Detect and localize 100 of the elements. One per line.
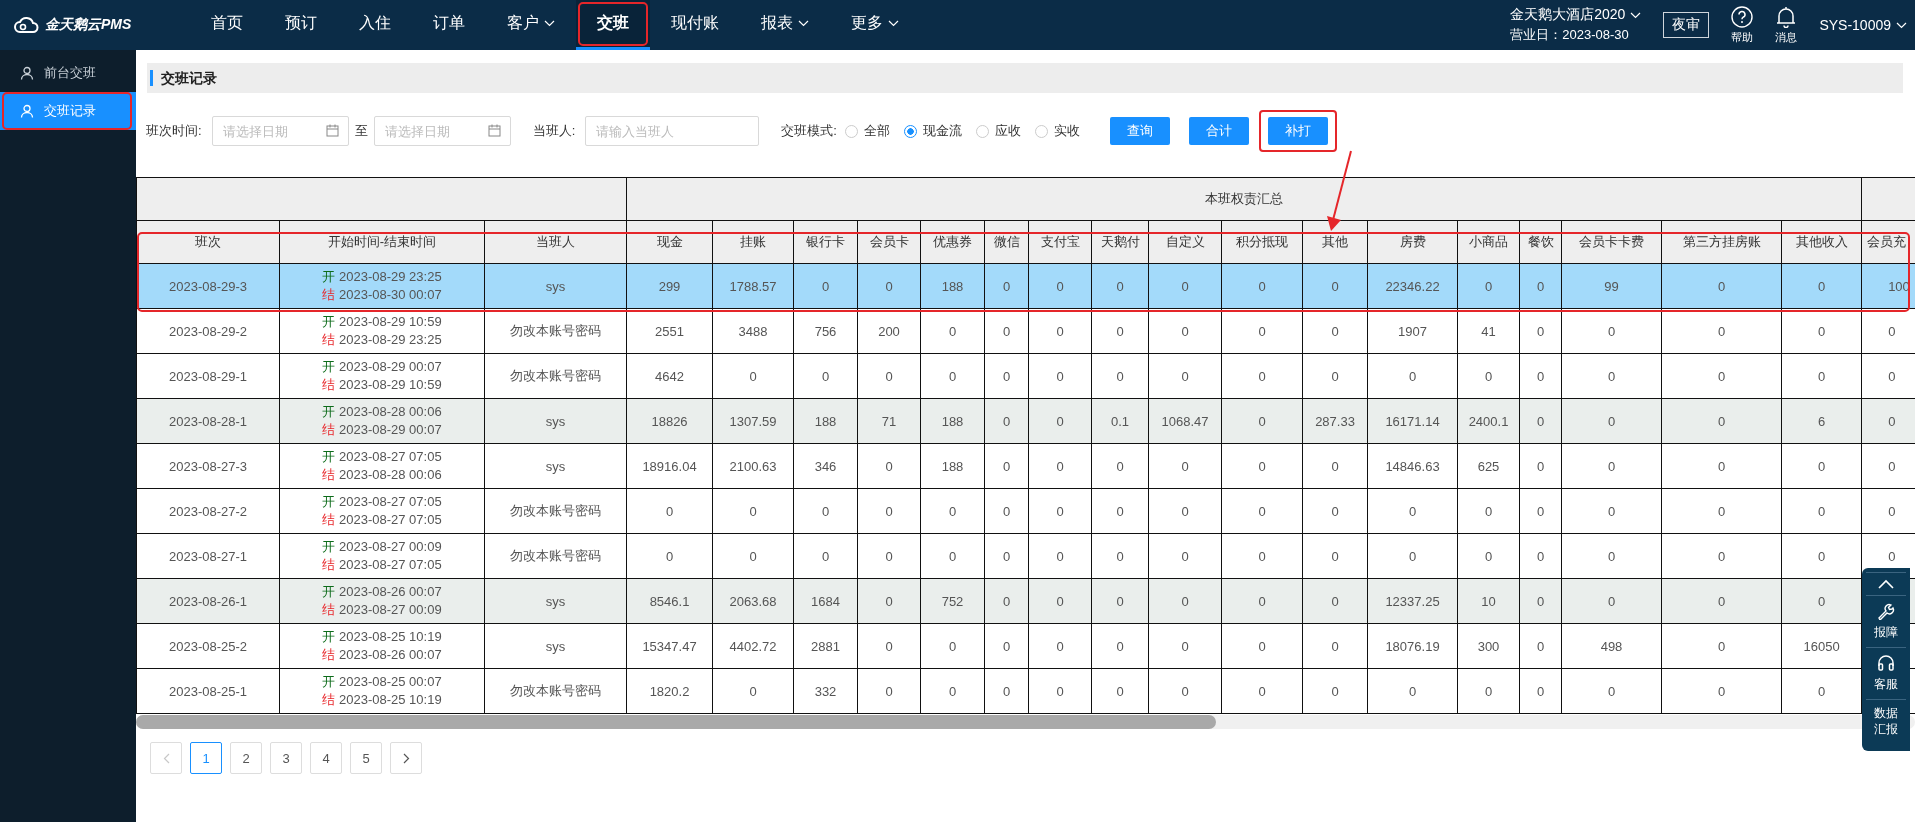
end-time: 结 2023-08-29 00:07 [321, 421, 443, 439]
start-time: 开 2023-08-29 10:59 [321, 313, 443, 331]
table-cell: 71 [857, 398, 921, 444]
radio-button[interactable] [903, 124, 917, 138]
table-cell: 0 [1091, 488, 1149, 534]
table-cell: 0 [793, 488, 858, 534]
table-cell: 2023-08-27-1 [136, 533, 280, 579]
table-cell: 0 [1561, 398, 1662, 444]
table-cell: 0 [1457, 353, 1520, 399]
headset-icon[interactable] [1877, 654, 1895, 672]
table-cell: 0 [1561, 308, 1662, 354]
end-time: 结 2023-08-29 10:59 [321, 376, 443, 394]
input-field[interactable]: 请输入当班人 [585, 116, 760, 146]
table-row[interactable]: 2023-08-29-1 开 2023-08-29 00:07 结 2023-08-29 10:59 勿改本账号密码 4642 0 0 0 0 0 0 0 0 0 0 0 0 0 0 0 0 0 [136, 353, 1915, 399]
user-menu[interactable]: SYS-10009 [1819, 17, 1907, 33]
date-field[interactable]: 请选择日期 [211, 116, 349, 146]
table-cell: 188 [793, 398, 858, 444]
table-cell: 0 [1148, 353, 1222, 399]
table-cell: 2023-08-27-3 [136, 443, 280, 489]
radio-label[interactable]: 实收 [1053, 122, 1080, 140]
tool-label[interactable]: 客服 [1874, 676, 1898, 693]
table-cell: 0 [920, 623, 985, 669]
table-cell: 625 [1457, 443, 1520, 489]
table-cell: 300 [1457, 623, 1520, 669]
night-audit-button[interactable]: 夜审 [1663, 12, 1710, 38]
radio-button[interactable] [1034, 124, 1048, 138]
table-cell: 勿改本账号密码 [484, 308, 627, 354]
table-cell: 2023-08-29-1 [136, 353, 280, 399]
table-cell: 0 [1221, 578, 1303, 624]
chevron-up-icon[interactable] [1878, 579, 1894, 589]
end-time: 结 2023-08-30 00:07 [321, 286, 443, 304]
radio-button[interactable] [844, 124, 858, 138]
tool-label[interactable]: 报障 [1874, 624, 1898, 641]
page-button[interactable]: 2 [230, 742, 262, 774]
help-label[interactable]: 帮助 [1731, 29, 1754, 45]
table-row[interactable]: 2023-08-26-1 开 2023-08-26 00:07 结 2023-08-27 00:09 sys 8546.1 2063.68 1684 0 752 0 0 0 0 0 0 12337.25 10 0 0 0 0 [136, 578, 1915, 624]
table-cell: 0 [1148, 443, 1222, 489]
nav-tab[interactable]: 客户 [486, 0, 576, 50]
table-cell: 188 [920, 443, 985, 489]
chevron-down-icon [888, 20, 899, 27]
table-cell: 0 [1519, 308, 1562, 354]
table-cell: 0 [712, 668, 794, 714]
wrench-icon[interactable] [1877, 602, 1895, 620]
field-label: 班次时间: [146, 122, 202, 140]
radio-button[interactable] [975, 124, 989, 138]
sidebar-item[interactable]: 前台交班 [0, 54, 136, 92]
radio-label[interactable]: 全部 [863, 122, 890, 140]
nav-tab[interactable]: 预订 [264, 0, 338, 50]
table-cell: 12337.25 [1367, 578, 1458, 624]
table-cell: 18076.19 [1367, 623, 1458, 669]
table-cell: 0 [1519, 398, 1562, 444]
table-cell: 99 [1561, 263, 1662, 309]
table-cell: 2551 [626, 308, 713, 354]
table-cell: 18916.04 [626, 443, 713, 489]
table-cell: 0 [1028, 668, 1092, 714]
nav-tab[interactable]: 现付账 [650, 0, 740, 50]
nav-tab[interactable]: 订单 [412, 0, 486, 50]
table-cell: 0 [712, 533, 794, 579]
table-cell: 1820.2 [626, 668, 713, 714]
start-time: 开 2023-08-25 10:19 [321, 628, 443, 646]
nav-tab[interactable]: 交班 [576, 0, 650, 50]
table-cell: 0 [1221, 308, 1303, 354]
table-cell: 0 [793, 263, 858, 309]
bell-icon[interactable] [1776, 5, 1797, 28]
help-icon[interactable] [1731, 5, 1754, 28]
table-cell: 0 [857, 668, 921, 714]
calendar-icon [487, 124, 501, 137]
nav-tab[interactable]: 入住 [338, 0, 412, 50]
table-cell: sys [484, 263, 627, 309]
user-icon [20, 66, 34, 80]
table-cell: 8546.1 [626, 578, 713, 624]
date-field[interactable]: 请选择日期 [373, 116, 511, 146]
radio-label[interactable]: 应收 [994, 122, 1021, 140]
table-row[interactable]: 2023-08-29-2 开 2023-08-29 10:59 结 2023-08-29 23:25 勿改本账号密码 2551 3488 756 200 0 0 0 0 0 0 0 1907 41 0 0 0 0 0 [136, 308, 1915, 354]
page-button[interactable]: 5 [350, 742, 382, 774]
section-title: 交班记录 [150, 70, 217, 86]
table-cell: 2023-08-27-2 [136, 488, 280, 534]
table-cell: 0 [1781, 488, 1862, 534]
table-cell: 0 [1519, 353, 1562, 399]
table-cell: 756 [793, 308, 858, 354]
start-time: 开 2023-08-27 00:09 [321, 538, 443, 556]
table-cell: 0 [984, 308, 1029, 354]
table-cell: 0 [1091, 578, 1149, 624]
table-row[interactable]: 2023-08-27-2 开 2023-08-27 07:05 结 2023-08-27 07:05 勿改本账号密码 0 0 0 0 0 0 0 0 0 0 0 0 0 0 0 0 0 0 [136, 488, 1915, 534]
hotel-selector[interactable]: 金天鹅大酒店2020 [1510, 6, 1642, 24]
nav-tab[interactable]: 报表 [740, 0, 830, 50]
table-cell: 0 [1519, 488, 1562, 534]
table-cell: 16050 [1781, 623, 1862, 669]
nav-tab[interactable]: 首页 [190, 0, 264, 50]
table-cell: 346 [793, 443, 858, 489]
brand-name: 金天鹅云PMS [45, 16, 132, 34]
table-row[interactable]: 2023-08-27-3 开 2023-08-27 07:05 结 2023-08-28 00:06 sys 18916.04 2100.63 346 0 188 0 0 0 0 0 0 14846.63 625 0 0 0 0 0 [136, 443, 1915, 489]
page-button[interactable]: 3 [270, 742, 302, 774]
messages-label[interactable]: 消息 [1775, 29, 1798, 45]
table-row[interactable]: 2023-08-28-1 开 2023-08-28 00:06 结 2023-08-29 00:07 sys 18826 1307.59 188 71 188 0 0 0.1 1068.47 0 287.33 16171.14 2400.1 0 0 0 6 0 [136, 398, 1915, 444]
table-cell: 0 [1561, 578, 1662, 624]
table-cell: 0 [1221, 263, 1303, 309]
page-button[interactable]: 4 [310, 742, 342, 774]
nav-tab[interactable]: 更多 [830, 0, 920, 50]
radio-label[interactable]: 现金流 [922, 122, 962, 140]
